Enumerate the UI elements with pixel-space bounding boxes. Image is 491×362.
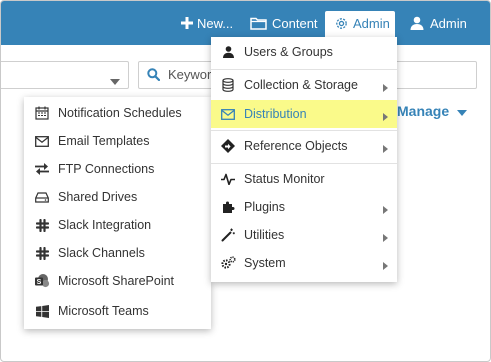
distribution-submenu: Notification Schedules Email Templates F…	[24, 97, 211, 329]
submenu-item-label: FTP Connections	[58, 162, 155, 176]
folder-icon	[250, 16, 267, 30]
manage-label: Manage	[397, 103, 450, 119]
content-button[interactable]: Content	[250, 11, 318, 35]
caret-down-icon	[457, 103, 468, 119]
exchange-icon	[34, 161, 50, 177]
menu-item-label: System	[244, 256, 286, 270]
menu-item-plugins[interactable]: Plugins	[211, 193, 397, 221]
slack-icon	[34, 245, 50, 261]
caret-right-icon	[383, 231, 388, 245]
submenu-item-slack-integration[interactable]: Slack Integration	[34, 215, 151, 235]
caret-right-icon	[383, 259, 388, 273]
menu-item-reference-objects[interactable]: Reference Objects	[211, 132, 397, 160]
submenu-item-label: Slack Integration	[58, 218, 152, 232]
caret-right-icon	[383, 110, 388, 124]
sharepoint-icon: S	[34, 273, 50, 289]
menu-item-label: Collection & Storage	[244, 78, 358, 92]
chevron-down-icon	[110, 72, 120, 90]
pulse-icon	[220, 173, 236, 185]
new-button[interactable]: New...	[181, 11, 233, 35]
calendar-icon	[34, 105, 50, 121]
submenu-item-microsoft-teams[interactable]: Microsoft Teams	[34, 301, 149, 321]
submenu-item-slack-channels[interactable]: Slack Channels	[34, 243, 145, 263]
puzzle-icon	[220, 201, 236, 214]
menu-item-system[interactable]: System	[211, 249, 397, 277]
menu-item-label: Plugins	[244, 200, 285, 214]
menu-item-collection-storage[interactable]: Collection & Storage	[211, 71, 397, 99]
admin-dropdown-menu: Users & Groups Collection & Storage Dist…	[211, 37, 397, 282]
filter-select[interactable]	[1, 61, 129, 90]
search-icon	[147, 68, 161, 86]
caret-right-icon	[383, 203, 388, 217]
submenu-item-ftp-connections[interactable]: FTP Connections	[34, 159, 154, 179]
submenu-item-label: Email Templates	[58, 134, 150, 148]
drive-icon	[34, 189, 50, 205]
menu-item-label: Utilities	[244, 228, 285, 242]
windows-icon	[34, 303, 50, 319]
search-input[interactable]	[168, 65, 214, 83]
submenu-item-label: Microsoft Teams	[58, 304, 149, 318]
menu-item-label: Distribution	[244, 107, 307, 121]
submenu-item-microsoft-sharepoint[interactable]: S Microsoft SharePoint	[34, 271, 174, 291]
menu-divider	[211, 163, 397, 164]
manage-dropdown[interactable]: Manage	[397, 103, 468, 119]
submenu-item-label: Notification Schedules	[58, 106, 182, 120]
envelope-icon	[220, 108, 236, 120]
admin-menu-button[interactable]: Admin	[334, 11, 390, 35]
menu-item-utilities[interactable]: Utilities	[211, 221, 397, 249]
menu-item-users-groups[interactable]: Users & Groups	[211, 38, 397, 66]
database-icon	[220, 78, 236, 92]
menu-item-status-monitor[interactable]: Status Monitor	[211, 165, 397, 193]
submenu-item-shared-drives[interactable]: Shared Drives	[34, 187, 137, 207]
admin-menu-label: Admin	[353, 15, 390, 31]
envelope-icon	[34, 133, 50, 149]
user-menu-label: Admin	[430, 15, 467, 31]
signpost-icon	[220, 139, 236, 153]
plus-icon	[181, 17, 193, 29]
menu-item-label: Users & Groups	[244, 45, 333, 59]
user-menu-button[interactable]: Admin	[410, 11, 467, 35]
submenu-item-notification-schedules[interactable]: Notification Schedules	[34, 103, 182, 123]
menu-item-label: Reference Objects	[244, 139, 348, 153]
menu-divider	[211, 130, 397, 131]
slack-icon	[34, 217, 50, 233]
menu-divider	[211, 69, 397, 70]
user-icon	[410, 16, 424, 30]
submenu-item-email-templates[interactable]: Email Templates	[34, 131, 149, 151]
submenu-item-label: Shared Drives	[58, 190, 138, 204]
user-icon	[220, 46, 236, 58]
svg-text:S: S	[37, 279, 42, 286]
submenu-item-label: Microsoft SharePoint	[58, 274, 175, 288]
menu-item-label: Status Monitor	[244, 172, 325, 186]
caret-right-icon	[383, 81, 388, 95]
gears-icon	[220, 256, 236, 270]
app-window: New... Content Admin Admin Keywor Manage…	[0, 0, 491, 362]
menu-item-distribution[interactable]: Distribution	[211, 100, 397, 128]
new-button-label: New...	[197, 15, 234, 31]
gear-icon	[334, 16, 349, 31]
magic-wand-icon	[220, 228, 236, 242]
submenu-item-label: Slack Channels	[58, 246, 145, 260]
content-button-label: Content	[272, 15, 318, 31]
caret-right-icon	[383, 142, 388, 156]
